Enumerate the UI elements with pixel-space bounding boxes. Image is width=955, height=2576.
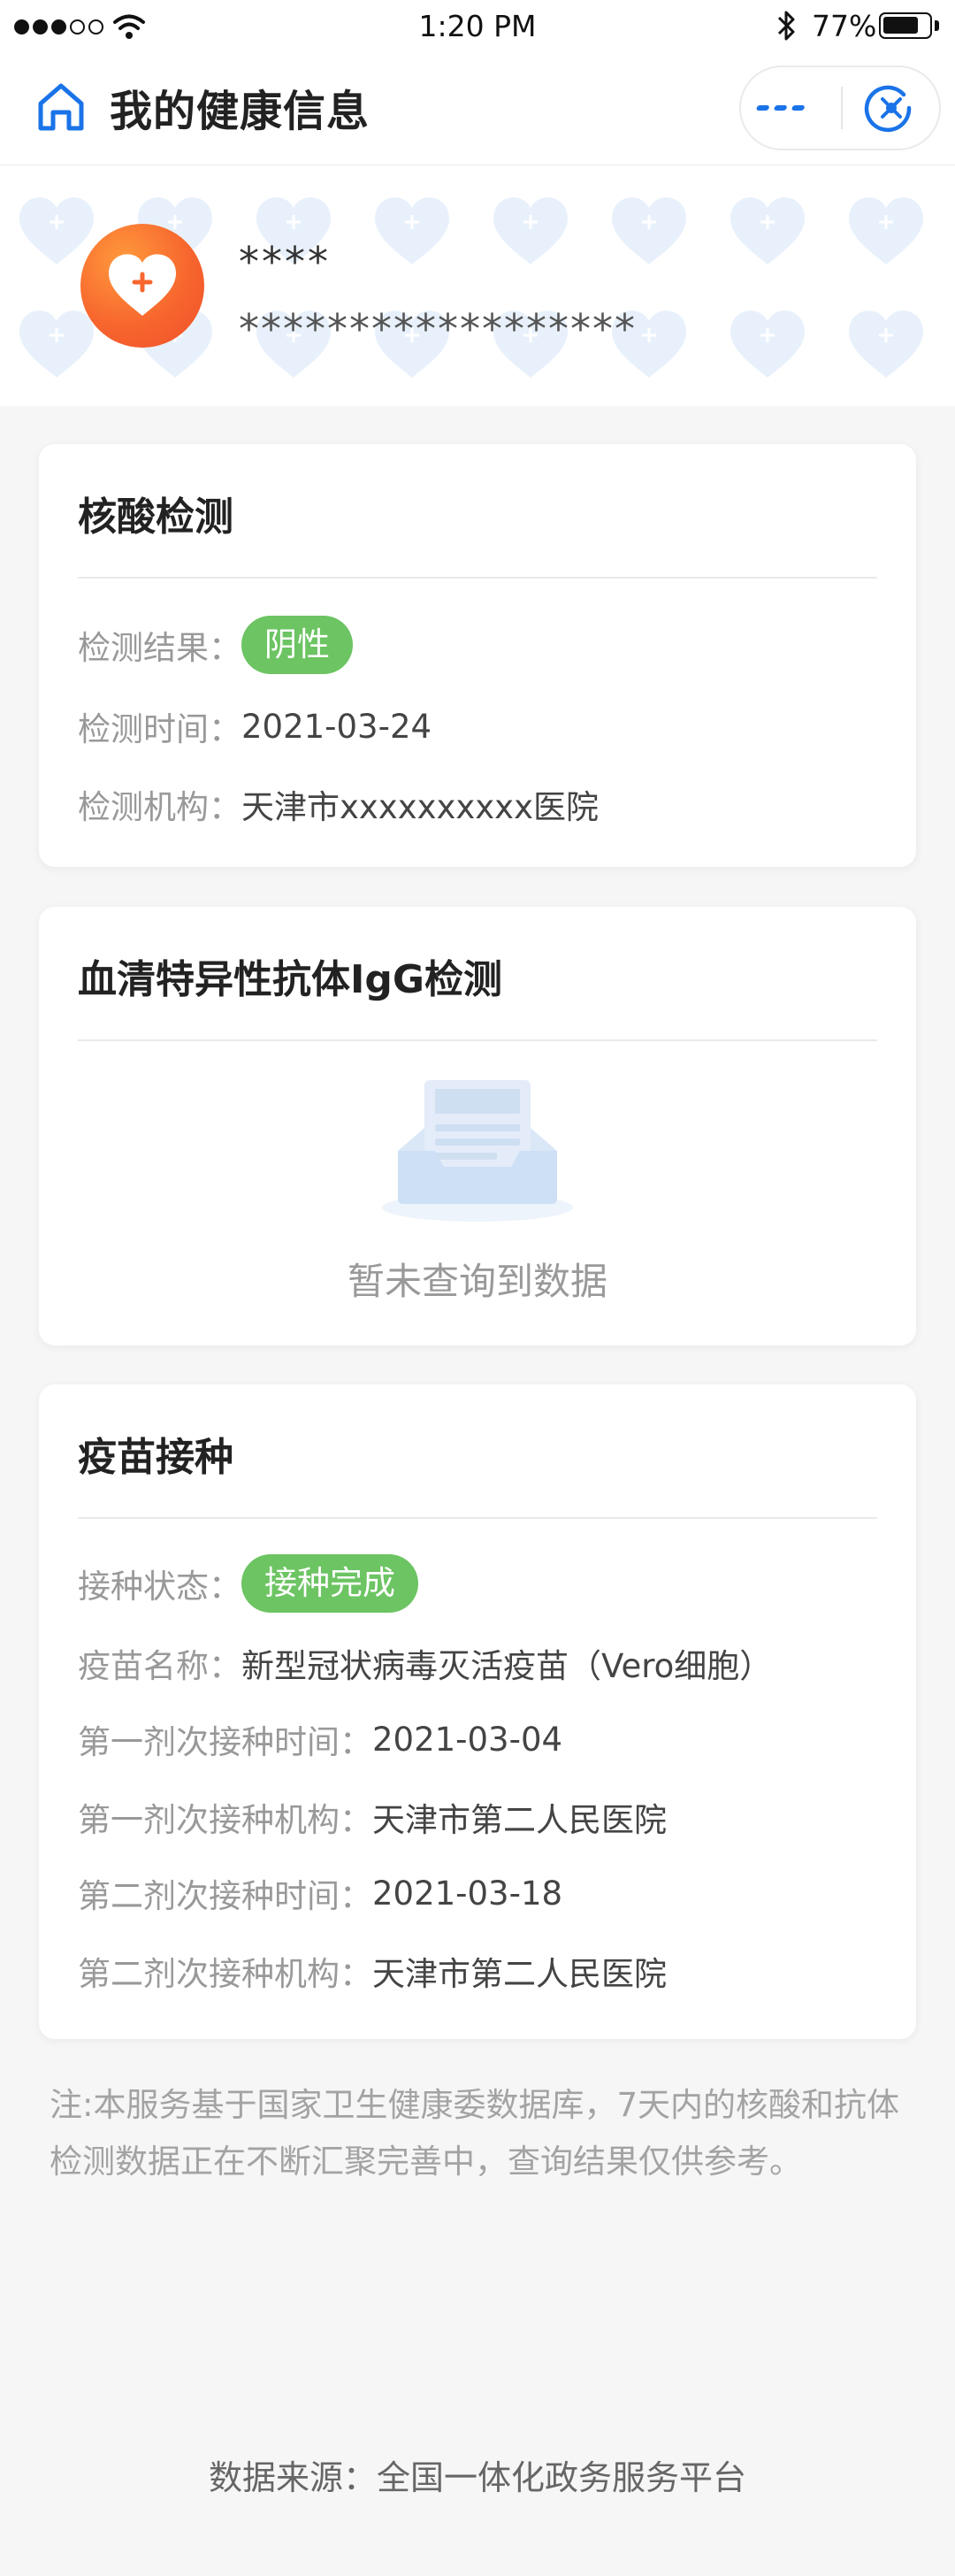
row-label: 接种状态： xyxy=(78,1568,241,1606)
second-dose-time-row: 第二剂次接种时间： 2021-03-18 xyxy=(78,1869,562,1917)
card-divider xyxy=(78,1517,877,1519)
disclaimer-note: 注:本服务基于国家卫生健康委数据库，7天内的核酸和抗体检测数据正在不断汇聚完善中… xyxy=(50,2086,900,2181)
profile-header: **** ****************** xyxy=(0,165,955,406)
row-value: 2021-03-18 xyxy=(372,1874,563,1913)
vaccination-status-row: 接种状态： 接种完成 xyxy=(78,1554,418,1613)
data-source-text: 数据来源：全国一体化政务服务平台 xyxy=(208,2458,746,2497)
vaccine-name-row: 疫苗名称： 新型冠状病毒灭活疫苗（Vero细胞） xyxy=(78,1639,772,1687)
heart-plus-icon xyxy=(109,254,176,316)
battery-percent: 77% xyxy=(812,9,877,43)
row-label: 第二剂次接种机构： xyxy=(78,1955,372,1993)
status-badge: 阴性 xyxy=(241,616,353,674)
row-label: 第二剂次接种时间： xyxy=(78,1877,372,1915)
close-circle-icon xyxy=(864,85,912,133)
status-bar: 1:20 PM 77% xyxy=(0,0,955,55)
row-value: 2021-03-24 xyxy=(241,707,432,746)
home-icon[interactable] xyxy=(34,80,88,134)
row-label: 检测机构： xyxy=(78,788,241,826)
more-dots-icon xyxy=(756,105,805,111)
battery-icon xyxy=(879,12,932,39)
card-divider xyxy=(78,577,877,579)
mini-program-capsule xyxy=(739,65,941,150)
battery-tip xyxy=(935,20,939,31)
vaccination-card: 疫苗接种 接种状态： 接种完成 疫苗名称： 新型冠状病毒灭活疫苗（Vero细胞）… xyxy=(39,1384,916,2039)
test-time-row: 检测时间： 2021-03-24 xyxy=(78,702,432,750)
row-value: 2021-03-04 xyxy=(372,1720,563,1759)
card-title: 血清特异性抗体IgG检测 xyxy=(78,957,502,1002)
profile-id-number: ****************** xyxy=(239,305,637,353)
empty-state-text: 暂未查询到数据 xyxy=(347,1260,607,1303)
card-title: 疫苗接种 xyxy=(78,1435,233,1480)
empty-inbox-icon xyxy=(382,1080,573,1222)
avatar xyxy=(80,224,204,348)
close-button[interactable] xyxy=(844,67,939,149)
more-button[interactable] xyxy=(741,67,840,149)
test-result-row: 检测结果： 阴性 xyxy=(78,616,353,674)
antibody-card: 血清特异性抗体IgG检测 暂未查询到数据 xyxy=(39,907,916,1346)
first-dose-time-row: 第一剂次接种时间： 2021-03-04 xyxy=(78,1715,562,1763)
profile-name: **** xyxy=(239,238,331,286)
nav-bar: 我的健康信息 xyxy=(0,55,955,165)
row-value: 新型冠状病毒灭活疫苗（Vero细胞） xyxy=(241,1647,773,1685)
page-title: 我的健康信息 xyxy=(110,87,371,136)
test-institution-row: 检测机构： 天津市xxxxxxxxxx医院 xyxy=(78,780,599,828)
first-dose-institution-row: 第一剂次接种机构： 天津市第二人民医院 xyxy=(78,1793,667,1841)
row-value: 天津市第二人民医院 xyxy=(372,1801,667,1839)
row-label: 第一剂次接种机构： xyxy=(78,1801,372,1839)
bluetooth-icon xyxy=(777,11,795,41)
status-badge: 接种完成 xyxy=(241,1554,418,1613)
row-label: 第一剂次接种时间： xyxy=(78,1723,372,1761)
card-divider xyxy=(78,1039,877,1041)
row-label: 疫苗名称： xyxy=(78,1647,241,1685)
card-title: 核酸检测 xyxy=(78,494,233,540)
row-label: 检测时间： xyxy=(78,710,241,748)
second-dose-institution-row: 第二剂次接种机构： 天津市第二人民医院 xyxy=(78,1947,667,1995)
nucleic-acid-card: 核酸检测 检测结果： 阴性 检测时间： 2021-03-24 检测机构： 天津市… xyxy=(39,444,916,867)
row-value: 天津市第二人民医院 xyxy=(372,1955,667,1993)
row-label: 检测结果： xyxy=(78,629,241,667)
row-value: 天津市xxxxxxxxxx医院 xyxy=(241,788,599,826)
capsule-divider xyxy=(841,87,843,129)
